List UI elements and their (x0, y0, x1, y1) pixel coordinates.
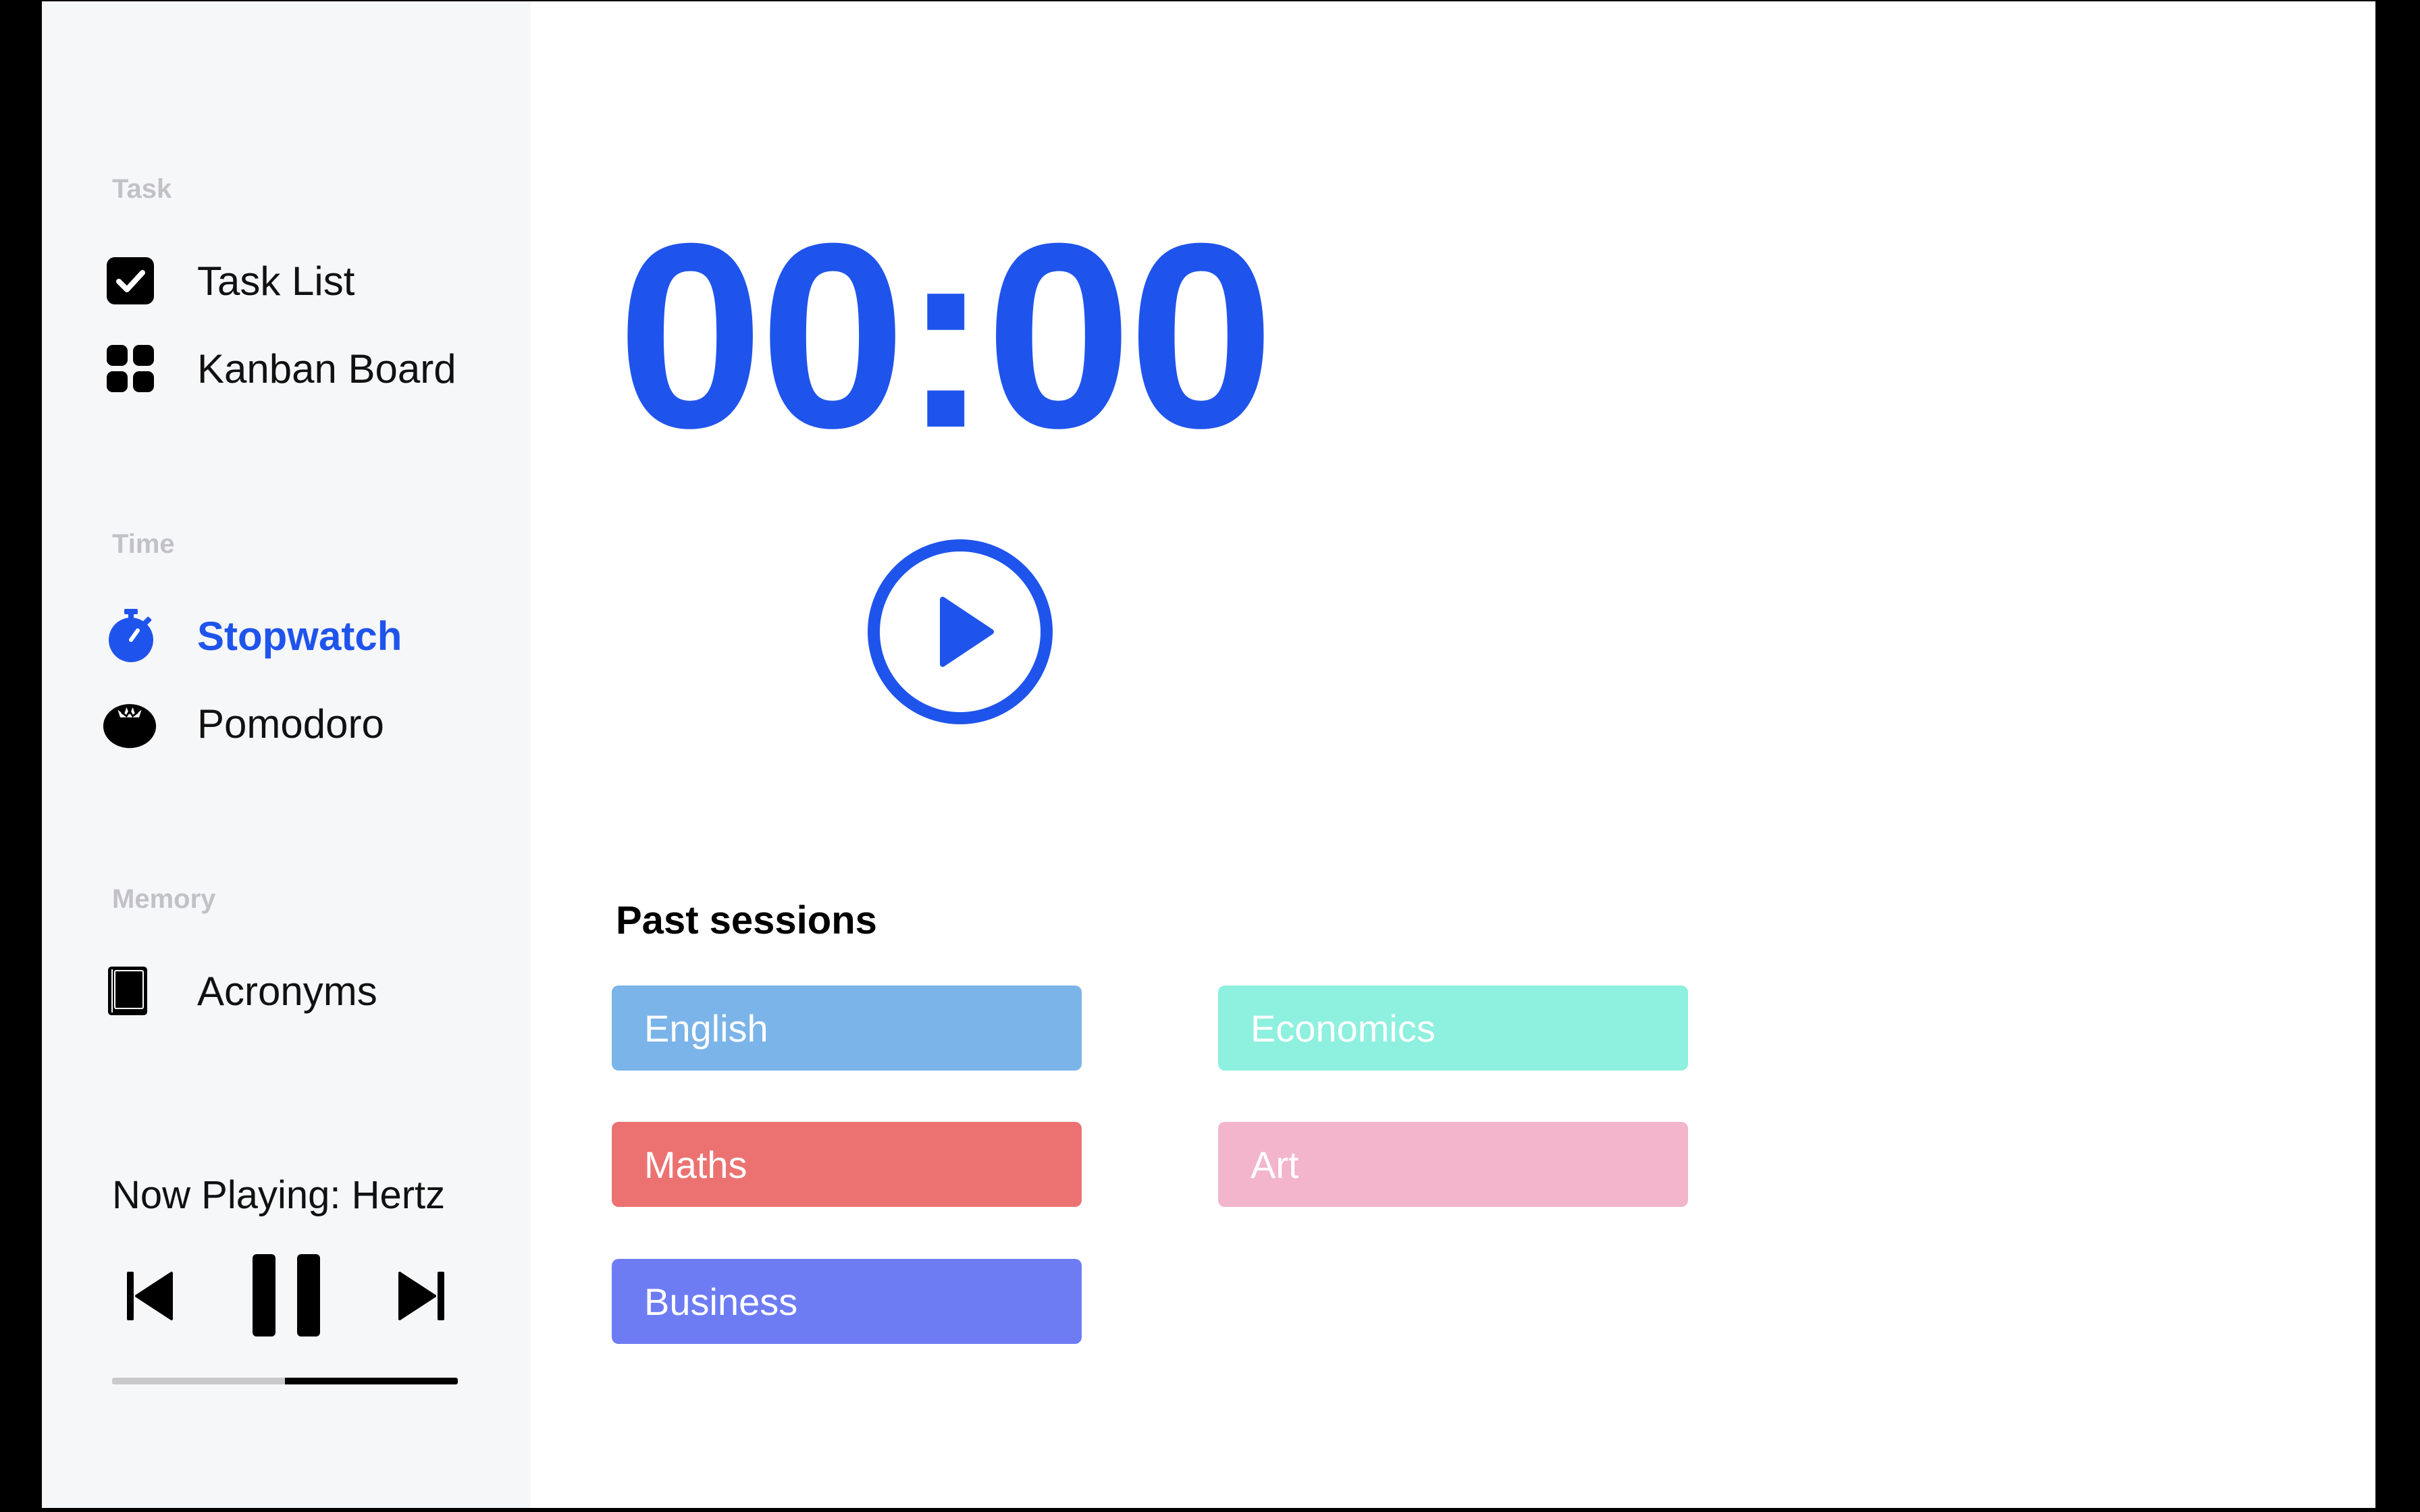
next-track-button[interactable] (397, 1272, 444, 1324)
checkbox-icon (107, 254, 161, 308)
tomato-icon (103, 697, 157, 751)
track-progress-bar[interactable] (112, 1378, 458, 1384)
section-label-task: Task (112, 174, 172, 204)
sidebar: Task Task List Kanban Board Time Stopwat… (42, 1, 531, 1508)
session-label: Business (644, 1280, 798, 1323)
sidebar-item-task-list[interactable]: Task List (107, 248, 512, 313)
sidebar-item-label: Acronyms (197, 968, 377, 1014)
session-label: English (644, 1006, 768, 1050)
stopwatch-timer: 00:00 (617, 188, 1274, 483)
sidebar-item-stopwatch[interactable]: Stopwatch (107, 603, 512, 668)
sidebar-item-label: Kanban Board (197, 346, 456, 392)
play-icon (868, 539, 1053, 724)
sidebar-item-label: Stopwatch (197, 613, 402, 659)
session-label: Economics (1251, 1006, 1436, 1050)
track-progress-fill (285, 1378, 458, 1384)
sidebar-item-kanban-board[interactable]: Kanban Board (107, 336, 512, 401)
previous-track-button[interactable] (127, 1272, 174, 1324)
session-label: Art (1251, 1143, 1299, 1186)
pause-button[interactable] (253, 1254, 320, 1340)
session-card-economics[interactable]: Economics (1218, 986, 1688, 1071)
sidebar-item-label: Task List (197, 258, 355, 304)
session-card-art[interactable]: Art (1218, 1122, 1688, 1207)
sidebar-item-acronyms[interactable]: Acronyms (107, 959, 512, 1023)
session-card-business[interactable]: Business (612, 1259, 1082, 1344)
section-label-time: Time (112, 529, 175, 559)
sidebar-item-label: Pomodoro (197, 701, 384, 747)
session-label: Maths (644, 1143, 747, 1186)
previous-icon (127, 1272, 173, 1320)
stopwatch-icon (107, 609, 161, 663)
next-icon (398, 1272, 444, 1320)
now-playing-label: Now Playing: Hertz (112, 1173, 446, 1217)
sidebar-item-pomodoro[interactable]: Pomodoro (103, 691, 512, 756)
book-icon (107, 964, 161, 1018)
session-card-maths[interactable]: Maths (612, 1122, 1082, 1207)
past-sessions-heading: Past sessions (616, 898, 877, 942)
app-window: Task Task List Kanban Board Time Stopwat… (42, 1, 2375, 1508)
grid-icon (107, 342, 161, 396)
pause-icon (253, 1254, 320, 1336)
section-label-memory: Memory (112, 884, 216, 914)
start-stopwatch-button[interactable] (867, 539, 1053, 725)
session-card-english[interactable]: English (612, 986, 1082, 1071)
